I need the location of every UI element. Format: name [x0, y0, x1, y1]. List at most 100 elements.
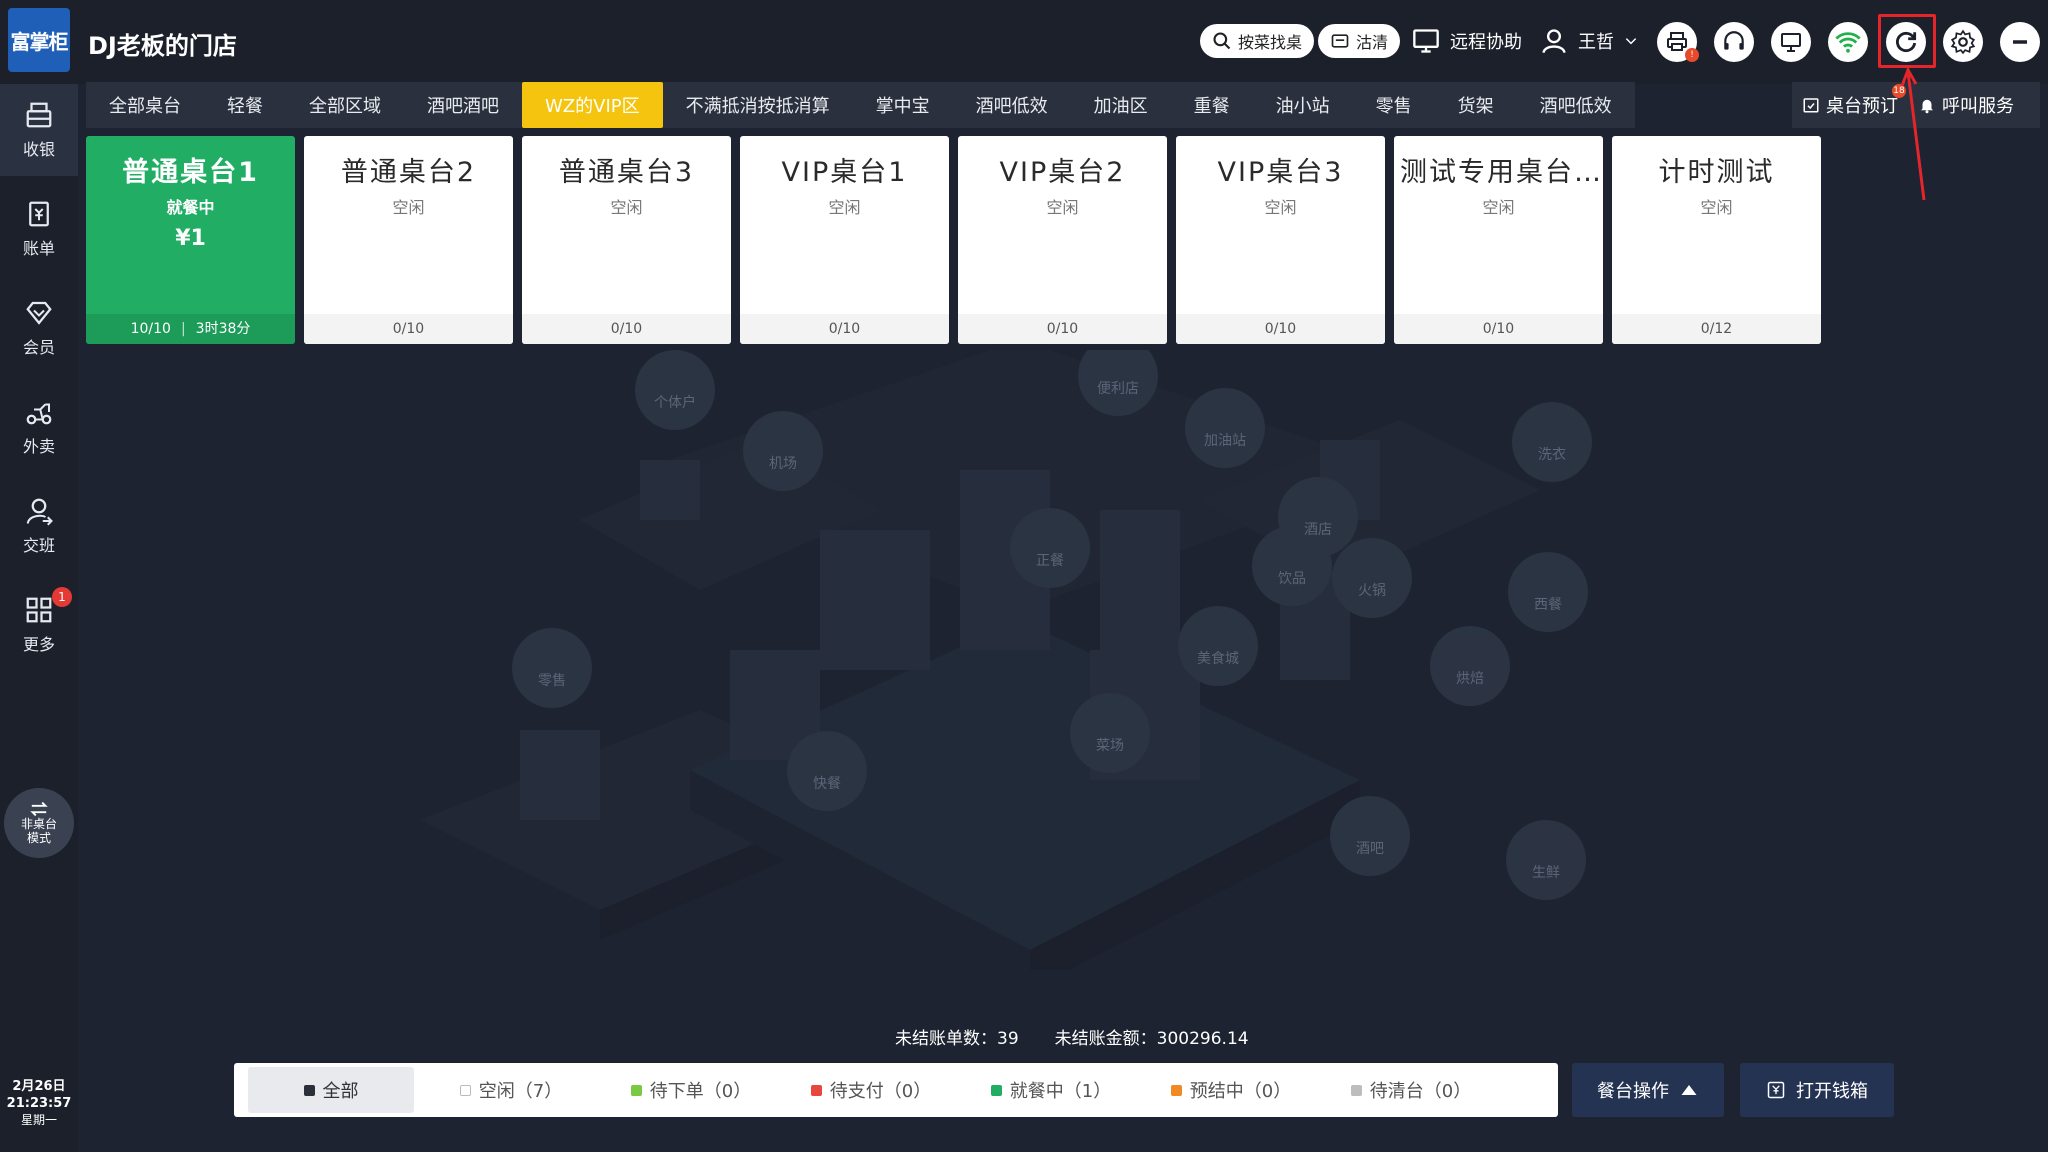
date-text: 2月26日	[12, 1079, 66, 1094]
tab-area[interactable]: 油小站	[1253, 82, 1353, 128]
headset-icon	[1724, 31, 1744, 50]
tab-area[interactable]: 酒吧低效	[953, 82, 1071, 128]
status-filter[interactable]: 预结中（0）	[1148, 1067, 1314, 1113]
sidebar-item-label: 收银	[22, 140, 55, 159]
table-duration: 3时38分	[195, 321, 251, 337]
table-card[interactable]: 普通桌台2 空闲 0/10	[304, 136, 513, 344]
reserve-table-button[interactable]: 桌台预订 18	[1792, 84, 1908, 118]
top-bar: 富掌柜 DJ老板的门店 按菜找桌 沽清 远程协助 王哲 !	[0, 0, 2048, 84]
tab-area[interactable]: 货架	[1435, 82, 1517, 128]
city-label: 个体户	[654, 395, 696, 411]
user-menu[interactable]: 王哲	[1540, 24, 1638, 58]
tab-area[interactable]: 酒吧酒吧	[404, 82, 522, 128]
status-filter-label: 待下单（0）	[649, 1081, 752, 1102]
settings-button[interactable]	[1941, 20, 1985, 64]
table-name: VIP桌台2	[999, 157, 1126, 188]
refresh-button[interactable]	[1884, 20, 1928, 64]
city-bubble	[1332, 538, 1412, 618]
table-card[interactable]: 普通桌台1 就餐中 ¥1 10/10 | 3时38分	[86, 136, 295, 344]
sidebar-item-member[interactable]: 会员	[0, 282, 78, 374]
tab-area[interactable]: 全部桌台	[86, 82, 204, 128]
table-card[interactable]: VIP桌台3 空闲 0/10	[1176, 136, 1385, 344]
table-seats: 10/10	[130, 321, 171, 337]
print-badge: !	[1685, 48, 1699, 62]
wifi-button[interactable]	[1826, 20, 1870, 64]
table-card[interactable]: 计时测试 空闲 0/12	[1612, 136, 1821, 344]
city-label: 美食城	[1197, 651, 1239, 667]
sidebar-item-label: 外卖	[22, 437, 55, 456]
status-dot	[459, 1084, 471, 1096]
search-dish-label: 按菜找桌	[1238, 33, 1303, 52]
city-label: 西餐	[1534, 597, 1562, 613]
city-label: 便利店	[1097, 381, 1139, 397]
city-label: 机场	[769, 456, 797, 472]
mode-label-2: 模式	[26, 831, 51, 845]
support-button[interactable]	[1712, 20, 1756, 64]
city-label: 正餐	[1036, 553, 1064, 569]
tab-area[interactable]: 掌中宝	[853, 82, 953, 128]
sidebar-item-label: 会员	[22, 338, 55, 357]
table-name: 普通桌台1	[122, 157, 259, 188]
sidebar-item-shift[interactable]: 交班	[0, 480, 78, 572]
table-card[interactable]: VIP桌台1 空闲 0/10	[740, 136, 949, 344]
city-bubble	[1430, 626, 1510, 706]
minimize-button[interactable]	[1998, 20, 2042, 64]
app-logo: 富掌柜	[8, 8, 70, 72]
table-status: 空闲	[392, 198, 425, 217]
swap-icon	[30, 801, 48, 817]
print-button[interactable]: !	[1655, 20, 1699, 64]
table-seats: 0/10	[1394, 314, 1603, 344]
call-service-label: 呼叫服务	[1942, 96, 2014, 117]
table-name: 测试专用桌台…	[1400, 157, 1603, 188]
sidebar-item-cashier[interactable]: 收银	[0, 84, 78, 176]
table-operations-button[interactable]: 餐台操作	[1572, 1063, 1724, 1117]
weekday-text: 星期一	[20, 1113, 57, 1127]
tab-area[interactable]: 重餐	[1171, 82, 1253, 128]
member-icon	[26, 301, 52, 325]
status-filter[interactable]: 空闲（7）	[428, 1067, 594, 1113]
status-filter[interactable]: 全部	[248, 1067, 414, 1113]
table-name: 计时测试	[1658, 157, 1775, 188]
table-card[interactable]: VIP桌台2 空闲 0/10	[958, 136, 1167, 344]
search-dish-button[interactable]: 按菜找桌	[1200, 24, 1315, 58]
tab-area[interactable]: 酒吧低效	[1517, 82, 1635, 128]
tab-area[interactable]: 轻餐	[204, 82, 286, 128]
city-bubble	[1508, 552, 1588, 632]
screen-button[interactable]	[1769, 20, 1813, 64]
tab-area[interactable]: 零售	[1353, 82, 1435, 128]
datetime: 2月26日 21:23:57 星期一	[0, 1078, 78, 1129]
tab-area[interactable]: 不满抵消按抵消算	[663, 82, 853, 128]
table-status: 空闲	[1700, 198, 1733, 217]
status-filter[interactable]: 待支付（0）	[788, 1067, 954, 1113]
chevron-down-icon	[1625, 38, 1637, 45]
settings-icon	[1950, 29, 1976, 55]
call-service-button[interactable]: 呼叫服务	[1908, 92, 2024, 118]
status-filter[interactable]: 就餐中（1）	[968, 1067, 1134, 1113]
caret-up-icon	[1681, 1085, 1697, 1095]
sidebar-item-bill[interactable]: 账单	[0, 183, 78, 275]
non-table-mode-button[interactable]: 非桌台 模式	[4, 788, 74, 858]
tab-area[interactable]: 加油区	[1071, 82, 1171, 128]
table-seats: 0/10	[958, 314, 1167, 344]
open-cash-drawer-button[interactable]: 打开钱箱	[1740, 1063, 1894, 1117]
status-filter[interactable]: 待下单（0）	[608, 1067, 774, 1113]
clean-button[interactable]: 沽清	[1318, 24, 1401, 58]
sidebar-item-delivery[interactable]: 外卖	[0, 381, 78, 473]
tab-area[interactable]: 全部区域	[286, 82, 404, 128]
refresh-icon	[1896, 31, 1917, 53]
city-label: 加油站	[1204, 433, 1246, 449]
bill-icon	[29, 201, 49, 227]
sidebar: 收银 账单 会员 外卖 交班 更多 1 非桌台 模式 2月26日 21:23:5…	[0, 84, 78, 1152]
sidebar-item-more[interactable]: 更多 1	[0, 579, 78, 671]
city-bubble	[1178, 606, 1258, 686]
sidebar-item-label: 账单	[22, 239, 55, 258]
status-dot	[810, 1084, 822, 1096]
table-card[interactable]: 测试专用桌台… 空闲 0/10	[1394, 136, 1603, 344]
table-card[interactable]: 普通桌台3 空闲 0/10	[522, 136, 731, 344]
user-icon	[1542, 29, 1566, 54]
city-label: 烘焙	[1456, 671, 1484, 687]
tab-area[interactable]: WZ的VIP区	[522, 82, 663, 128]
status-filter[interactable]: 待清台（0）	[1328, 1067, 1494, 1113]
city-bubble	[1330, 796, 1410, 876]
remote-assist-button[interactable]: 远程协助	[1412, 24, 1522, 58]
